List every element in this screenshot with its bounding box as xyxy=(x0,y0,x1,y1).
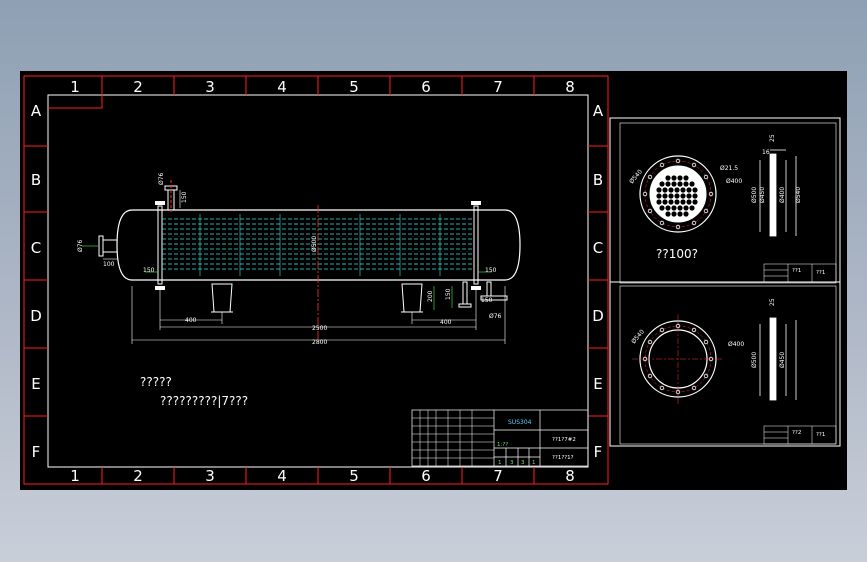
grid-col-3: 3 xyxy=(205,78,215,96)
grid-row-e-right: E xyxy=(593,375,602,393)
dim-saddle-height: 200 xyxy=(427,290,434,302)
dim-top-6: Ø540 xyxy=(795,187,802,203)
dim-top-5: Ø450 xyxy=(759,187,766,203)
dim-top-4: Ø400 xyxy=(779,187,786,203)
grid-col-7: 7 xyxy=(493,78,503,96)
detail-bottom-block-code: ??1 xyxy=(816,432,825,438)
dim-right-end-gap: 150 xyxy=(485,267,497,274)
notes-heading: ????? xyxy=(140,375,172,389)
dim-left-end-gap: 150 xyxy=(143,267,155,274)
grid-row-e: E xyxy=(31,375,40,393)
grid-row-b: B xyxy=(31,171,41,189)
dim-nozzle-bottom-a: 150 xyxy=(445,288,452,300)
dim-bottom-nozzle: Ø76 xyxy=(489,313,502,320)
grid-row-f: F xyxy=(32,443,41,461)
dim-saddle-spacing-left: 400 xyxy=(185,317,197,324)
dim-bottom-3: Ø450 xyxy=(779,352,786,368)
grid-row-a: A xyxy=(31,102,42,120)
dim-bottom-2: Ø500 xyxy=(751,352,758,368)
detail-top-block-name: ??1 xyxy=(792,268,801,274)
title-sheet-3: 3 xyxy=(521,460,525,466)
grid-row-c: C xyxy=(31,239,41,257)
grid-row-d: D xyxy=(30,307,42,325)
title-sheet-2: 3 xyxy=(510,460,514,466)
title-sheet-1: 1 xyxy=(498,460,502,466)
dim-top-1: Ø21.5 xyxy=(720,165,738,172)
dim-top-7: 16 xyxy=(762,149,770,156)
dim-nozzle-left-len: 100 xyxy=(103,261,115,268)
dim-top-nozzle-len: 150 xyxy=(181,191,188,203)
grid-row-a-right: A xyxy=(593,102,604,120)
grid-row-b-right: B xyxy=(593,171,603,189)
dim-top-8: 25 xyxy=(769,134,776,142)
dim-bottom-1: Ø400 xyxy=(728,341,744,348)
notes-body: ?????????|7??? xyxy=(160,394,248,408)
dim-top-nozzle: Ø76 xyxy=(158,172,165,185)
grid-col-5: 5 xyxy=(349,78,359,96)
grid-col-1: 1 xyxy=(70,78,80,96)
grid-col-3-bottom: 3 xyxy=(205,467,215,485)
grid-col-1-bottom: 1 xyxy=(70,467,80,485)
grid-row-f-right: F xyxy=(594,443,603,461)
cad-drawing: 1 2 3 4 5 6 7 8 1 2 3 4 5 6 7 8 A B C D … xyxy=(20,71,847,490)
title-drawing-name: ??1?7#2 xyxy=(552,437,576,443)
grid-col-8-bottom: 8 xyxy=(565,467,575,485)
grid-col-2-bottom: 2 xyxy=(133,467,143,485)
grid-col-4-bottom: 4 xyxy=(277,467,287,485)
dim-nozzle-left: Ø76 xyxy=(77,239,84,252)
dim-shell-diameter: Ø500 xyxy=(311,236,318,252)
grid-col-8: 8 xyxy=(565,78,575,96)
dim-top-2: Ø400 xyxy=(726,178,742,185)
dim-nozzle-bottom-b: 150 xyxy=(481,297,493,304)
grid-col-6-bottom: 6 xyxy=(421,467,431,485)
grid-col-6: 6 xyxy=(421,78,431,96)
title-scale: 1:?? xyxy=(497,442,508,448)
grid-row-d-right: D xyxy=(592,307,604,325)
title-sheet-4: 1 xyxy=(532,460,536,466)
dim-top-3: Ø500 xyxy=(751,187,758,203)
dim-bottom-4: 25 xyxy=(769,298,776,306)
dim-tube-length: 2500 xyxy=(312,325,327,332)
grid-col-2: 2 xyxy=(133,78,143,96)
dim-saddle-spacing-right: 400 xyxy=(440,319,452,326)
grid-col-7-bottom: 7 xyxy=(493,467,503,485)
detail-top-block-code: ??1 xyxy=(816,270,825,276)
grid-col-5-bottom: 5 xyxy=(349,467,359,485)
grid-row-c-right: C xyxy=(593,239,603,257)
dim-overall-length: 2800 xyxy=(312,339,327,346)
title-drawing-number: ??1??1? xyxy=(552,455,574,461)
grid-col-4: 4 xyxy=(277,78,287,96)
detail-top-caption: ??100? xyxy=(656,247,698,261)
title-material: SUS304 xyxy=(508,419,532,426)
detail-bottom-block-name: ??2 xyxy=(792,430,801,436)
